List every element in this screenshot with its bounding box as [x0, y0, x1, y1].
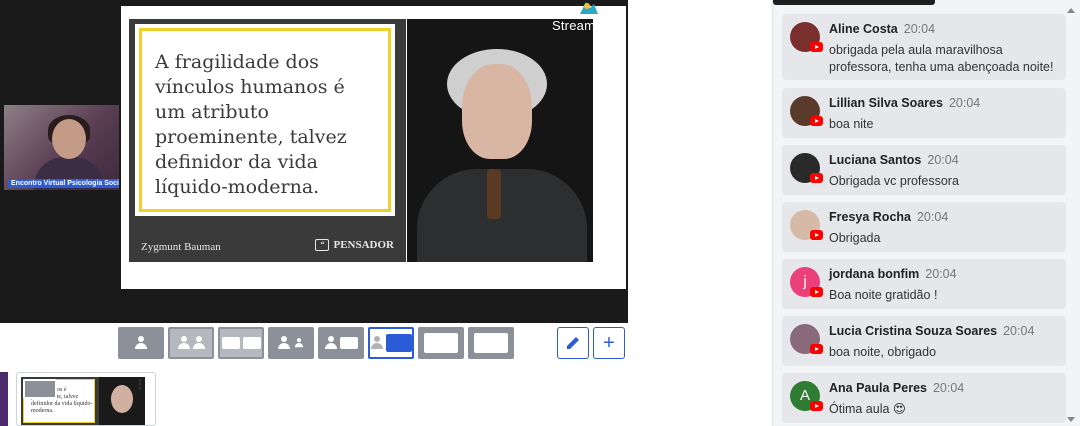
screen-icon: [339, 337, 358, 349]
youtube-icon: [810, 230, 823, 240]
streamyard-watermark: StreamYard: [552, 18, 623, 33]
youtube-icon: [810, 287, 823, 297]
chat-message[interactable]: A Ana Paula Peres 20:04 Ótima aula 😍: [782, 373, 1066, 423]
source-label: PENSADOR: [333, 239, 394, 251]
scroll-up-icon[interactable]: [1067, 8, 1075, 13]
message-time: 20:04: [916, 210, 949, 224]
person-icon: [370, 336, 383, 350]
message-text: Obrigada: [829, 231, 881, 245]
quote-author: Zygmunt Bauman: [141, 241, 221, 253]
chat-message[interactable]: Fresya Rocha 20:04 Obrigada: [782, 202, 1066, 252]
layout-picture-in-picture-button[interactable]: [368, 327, 414, 359]
message-author: Lucia Cristina Souza Soares: [829, 324, 998, 338]
streaming-studio: Encontro Virtual Psicologia Social A fra…: [0, 0, 1080, 426]
chat-scrollbar[interactable]: [1067, 0, 1078, 426]
message-author: Aline Costa: [829, 22, 898, 36]
youtube-icon: [810, 116, 823, 126]
thumbnail-partial[interactable]: [0, 372, 8, 426]
message-text: obrigada pela aula maravilhosa professor…: [829, 43, 1054, 74]
chat-message[interactable]: j jordana bonfim 20:04 Boa noite gratidão…: [782, 259, 1066, 309]
person-icon: [177, 336, 190, 350]
person-icon: [277, 336, 290, 350]
camera-tile[interactable]: Encontro Virtual Psicologia Social: [4, 105, 119, 190]
message-author: Lillian Silva Soares: [829, 96, 943, 110]
youtube-icon: [810, 173, 823, 183]
message-time: 20:04: [948, 96, 981, 110]
quote-panel: A fragilidade dos vínculos humanos é um …: [129, 19, 406, 262]
youtube-icon: [810, 344, 823, 354]
tile-icon: [221, 337, 240, 349]
plus-icon: +: [603, 331, 615, 354]
message-text: boa nite: [829, 117, 874, 131]
add-button[interactable]: +: [593, 327, 625, 359]
message-time: 20:04: [925, 267, 957, 281]
chat-header-bar: [773, 0, 935, 5]
layout-cinema-button[interactable]: [418, 327, 464, 359]
edit-button[interactable]: [557, 327, 589, 359]
message-time: 20:04: [903, 22, 936, 36]
message-text: boa noite, obrigado: [829, 345, 937, 359]
stage-area: Encontro Virtual Psicologia Social A fra…: [0, 0, 772, 426]
message-time: 20:04: [932, 381, 965, 395]
pencil-icon: [567, 337, 579, 349]
screen-icon: [385, 334, 412, 352]
layout-leader-button[interactable]: [268, 327, 314, 359]
layout-thin-button[interactable]: [318, 327, 364, 359]
quote-text: A fragilidade dos vínculos humanos é um …: [155, 51, 347, 198]
person-icon: [135, 336, 147, 350]
streamyard-logo-icon: [580, 2, 598, 14]
avatar-initial: A: [799, 387, 810, 404]
message-text: Boa noite gratidão !: [829, 288, 938, 302]
message-author: Fresya Rocha: [829, 210, 911, 224]
message-text: Obrigada vc professora: [829, 174, 959, 188]
message-author: Luciana Santos: [829, 153, 922, 167]
more-options-icon[interactable]: ⋮: [133, 376, 147, 393]
chat-message[interactable]: Luciana Santos 20:04 Obrigada vc professo…: [782, 145, 1066, 195]
chat-message[interactable]: Aline Costa 20:04 obrigada pela aula mara…: [782, 14, 1066, 80]
source-logo: “ PENSADOR: [315, 239, 394, 251]
tile-icon: [242, 337, 261, 349]
layout-group-small-button[interactable]: [218, 327, 264, 359]
stage-preview: Encontro Virtual Psicologia Social A fra…: [0, 0, 628, 323]
shared-slide: A fragilidade dos vínculos humanos é um …: [121, 6, 626, 289]
thumbnail-overlay: [23, 379, 57, 399]
chat-message[interactable]: Lillian Silva Soares 20:04 boa nite: [782, 88, 1066, 138]
person-icon: [192, 336, 205, 350]
message-author: Ana Paula Peres: [829, 381, 927, 395]
message-time: 20:04: [927, 153, 959, 167]
message-author: jordana bonfim: [829, 267, 920, 281]
layout-selector: [118, 327, 514, 359]
slide-thumbnail[interactable]: le dos manos é proeminente, talvez defin…: [16, 372, 156, 426]
person-icon: [324, 336, 337, 350]
layout-solo-button[interactable]: [118, 327, 164, 359]
author-photo: [407, 19, 593, 262]
layout-group-button[interactable]: [168, 327, 214, 359]
chat-message[interactable]: Lucia Cristina Souza Soares 20:04 boa noi…: [782, 316, 1066, 366]
message-time: 20:04: [1003, 324, 1035, 338]
layout-screen-only-button[interactable]: [468, 327, 514, 359]
youtube-icon: [810, 401, 823, 411]
screen-icon: [474, 333, 508, 353]
person-icon: [294, 338, 303, 348]
message-text: Ótima aula 😍: [829, 402, 906, 416]
screen-icon: [424, 333, 458, 353]
youtube-icon: [810, 42, 823, 52]
quote-mark-icon: “: [315, 239, 330, 251]
scroll-down-icon[interactable]: [1067, 417, 1075, 422]
avatar-initial: j: [803, 273, 807, 290]
camera-name-label: Encontro Virtual Psicologia Social: [8, 179, 119, 188]
chat-panel: Aline Costa 20:04 obrigada pela aula mara…: [772, 0, 1080, 426]
